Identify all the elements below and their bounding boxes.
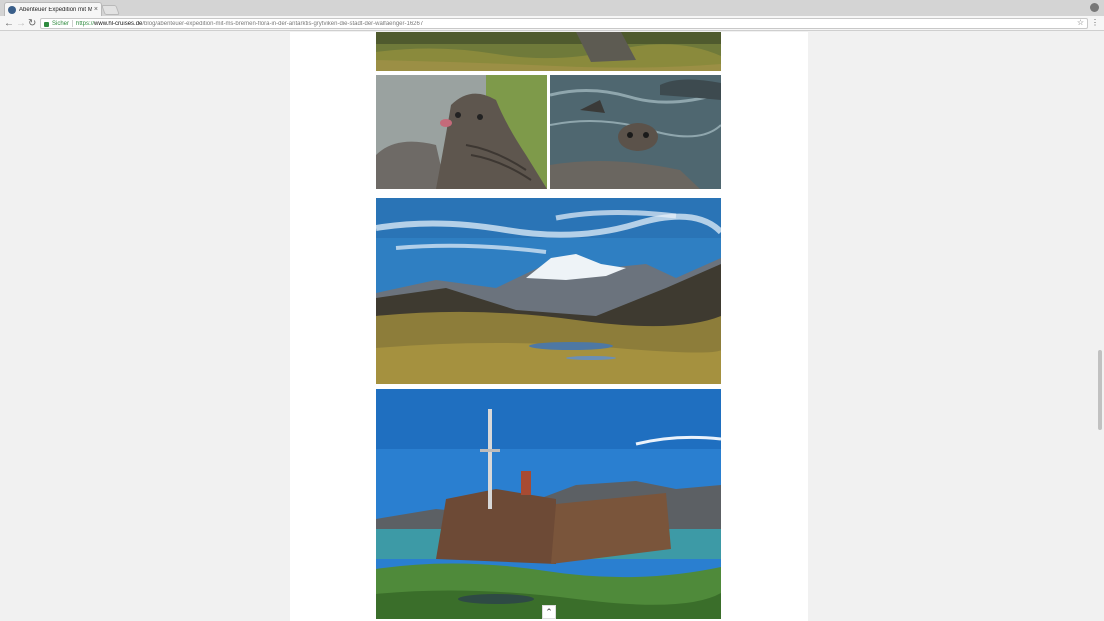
bookmark-star-icon[interactable]: ☆	[1077, 18, 1084, 27]
photo-shipwreck-grytviken[interactable]	[376, 389, 721, 619]
url-scheme: https://	[76, 20, 95, 27]
photo-seal-in-water[interactable]	[550, 75, 721, 189]
kebab-menu-icon[interactable]: ⋮	[1091, 18, 1099, 28]
url-path: /blog/abenteuer-expedition-mit-ms-bremen…	[142, 20, 424, 27]
blog-content-column	[290, 32, 808, 621]
browser-tab[interactable]: Abenteuer Expedition mit MS ×	[4, 2, 102, 16]
new-tab-button[interactable]	[101, 5, 120, 15]
address-bar[interactable]: Sicher https://www.hl-cruises.de/blog/ab…	[40, 18, 1088, 29]
tab-title: Abenteuer Expedition mit MS	[19, 6, 92, 13]
grassland-image	[376, 32, 721, 71]
double-chevron-up-icon: ⌃	[545, 606, 553, 617]
url-host: www.hl-cruises.de	[94, 20, 143, 27]
back-to-top-button[interactable]: ⌃	[542, 605, 556, 619]
browser-toolbar: ← → ↻ Sicher https://www.hl-cruises.de/b…	[0, 16, 1104, 31]
photo-grassland-rocks[interactable]	[376, 32, 721, 71]
seal-water-image	[550, 75, 721, 189]
scrollbar-thumb[interactable]	[1098, 350, 1102, 430]
seal-image	[376, 75, 547, 189]
tab-close-icon[interactable]: ×	[94, 6, 98, 13]
profile-icon[interactable]	[1090, 3, 1099, 12]
forward-arrow-icon[interactable]: →	[16, 17, 26, 30]
reload-icon[interactable]: ↻	[28, 17, 36, 30]
favicon-icon	[8, 5, 16, 14]
mountain-image	[376, 198, 721, 384]
url-text[interactable]: https://www.hl-cruises.de/blog/abenteuer…	[76, 21, 423, 27]
photo-elephant-seal[interactable]	[376, 75, 547, 189]
shipwreck-image	[376, 389, 721, 619]
back-arrow-icon[interactable]: ←	[4, 17, 14, 30]
url-separator	[72, 20, 74, 27]
tab-bar: Abenteuer Expedition mit MS ×	[0, 0, 1104, 16]
secure-label: Sicher	[52, 20, 70, 27]
page-scrollbar[interactable]	[1096, 32, 1104, 621]
photo-mountain-landscape[interactable]	[376, 198, 721, 384]
lock-icon[interactable]	[44, 22, 49, 27]
